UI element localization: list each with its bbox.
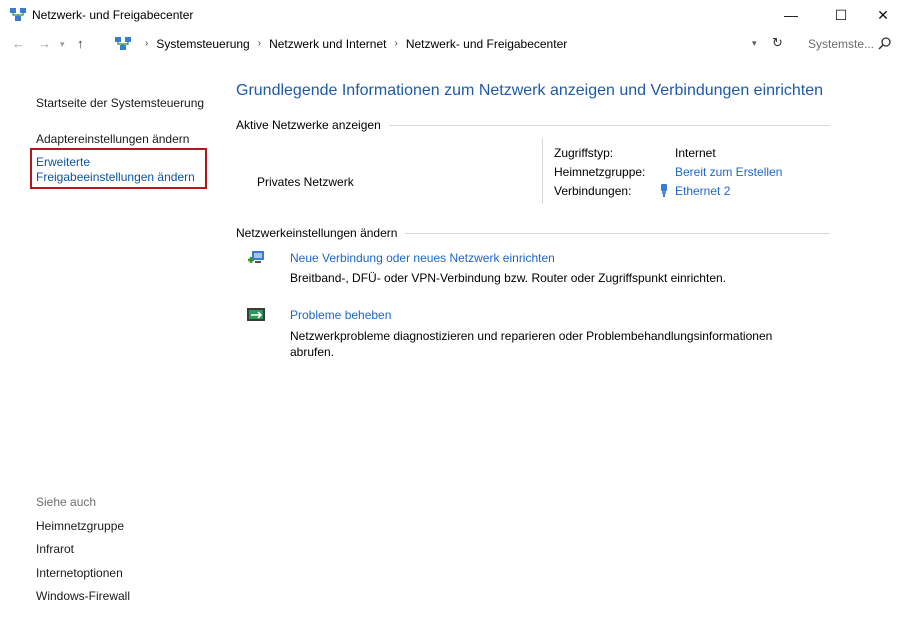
- breadcrumb-separator[interactable]: ›: [145, 38, 148, 49]
- new-connection-link[interactable]: Neue Verbindung oder neues Netzwerk einr…: [290, 251, 555, 265]
- maximize-button[interactable]: ☐: [818, 0, 864, 30]
- troubleshoot-description: Netzwerkprobleme diagnostizieren und rep…: [290, 329, 773, 359]
- access-type-value: Internet: [675, 146, 716, 160]
- access-type-label: Zugriffstyp:: [554, 146, 614, 160]
- ethernet-connection-label: Ethernet 2: [675, 184, 731, 198]
- ethernet-icon: [661, 184, 667, 197]
- minimize-button[interactable]: —: [768, 0, 814, 30]
- network-center-icon: [115, 36, 131, 50]
- left-navigation-pane: Startseite der Systemsteuerung Adapterei…: [0, 58, 222, 619]
- breadcrumb-separator[interactable]: ›: [258, 38, 261, 49]
- back-button[interactable]: ←: [12, 35, 25, 53]
- search-icon: [878, 37, 891, 50]
- up-button[interactable]: ↑: [77, 35, 84, 53]
- connections-label: Verbindungen:: [554, 184, 632, 198]
- forward-button[interactable]: →: [38, 35, 51, 53]
- see-also-homegroup-link[interactable]: Heimnetzgruppe: [36, 519, 124, 534]
- advanced-sharing-settings-link[interactable]: Erweiterte Freigabeeinstellungen ändern: [36, 155, 195, 185]
- troubleshoot-icon: [247, 308, 265, 321]
- see-also-heading: Siehe auch: [36, 495, 97, 509]
- change-settings-heading: Netzwerkeinstellungen ändern: [236, 226, 406, 240]
- active-networks-heading: Aktive Netzwerke anzeigen: [236, 118, 389, 132]
- breadcrumb-freigabecenter[interactable]: Netzwerk- und Freigabecenter: [406, 37, 567, 51]
- homegroup-label: Heimnetzgruppe:: [554, 165, 646, 179]
- search-placeholder: Systemste...: [808, 36, 875, 51]
- network-center-icon: [10, 8, 26, 21]
- new-connection-description: Breitband-, DFÜ- oder VPN-Verbindung bzw…: [290, 271, 726, 285]
- address-bar: ← → ▾ ↑ › Systemsteuerung › Netzwerk und…: [0, 30, 900, 58]
- advanced-sharing-link-line2: Freigabeeinstellungen ändern: [36, 170, 195, 184]
- breadcrumb-netzwerk-internet[interactable]: Netzwerk und Internet: [269, 37, 386, 51]
- window-title: Netzwerk- und Freigabecenter: [32, 8, 194, 22]
- close-button[interactable]: ✕: [860, 0, 900, 30]
- ethernet-connection-link[interactable]: Ethernet 2: [659, 184, 730, 198]
- advanced-sharing-link-line1: Erweiterte: [36, 155, 91, 169]
- search-input[interactable]: Systemste...: [800, 32, 896, 55]
- troubleshoot-link[interactable]: Probleme beheben: [290, 308, 391, 322]
- refresh-button[interactable]: ↻: [772, 35, 783, 51]
- control-panel-home-link[interactable]: Startseite der Systemsteuerung: [36, 96, 204, 111]
- recent-locations-button[interactable]: ▾: [60, 35, 65, 53]
- page-title: Grundlegende Informationen zum Netzwerk …: [236, 82, 824, 99]
- network-name: Privates Netzwerk: [257, 175, 354, 189]
- title-bar: Netzwerk- und Freigabecenter — ☐ ✕: [0, 0, 900, 30]
- adapter-settings-link[interactable]: Adaptereinstellungen ändern: [36, 132, 189, 147]
- minimize-icon: —: [784, 7, 798, 23]
- new-connection-icon: [248, 251, 264, 263]
- close-icon: ✕: [877, 6, 889, 23]
- homegroup-link[interactable]: Bereit zum Erstellen: [675, 165, 782, 179]
- address-box[interactable]: › Systemsteuerung › Netzwerk und Interne…: [110, 32, 794, 55]
- main-content: Grundlegende Informationen zum Netzwerk …: [222, 58, 900, 619]
- breadcrumb-systemsteuerung[interactable]: Systemsteuerung: [156, 37, 249, 51]
- see-also-internet-options-link[interactable]: Internetoptionen: [36, 566, 123, 581]
- maximize-icon: ☐: [834, 6, 848, 23]
- see-also-infrared-link[interactable]: Infrarot: [36, 542, 74, 557]
- see-also-firewall-link[interactable]: Windows-Firewall: [36, 589, 130, 604]
- address-dropdown-button[interactable]: ▾: [752, 38, 757, 49]
- vertical-divider: [542, 138, 543, 204]
- breadcrumb-separator[interactable]: ›: [394, 38, 397, 49]
